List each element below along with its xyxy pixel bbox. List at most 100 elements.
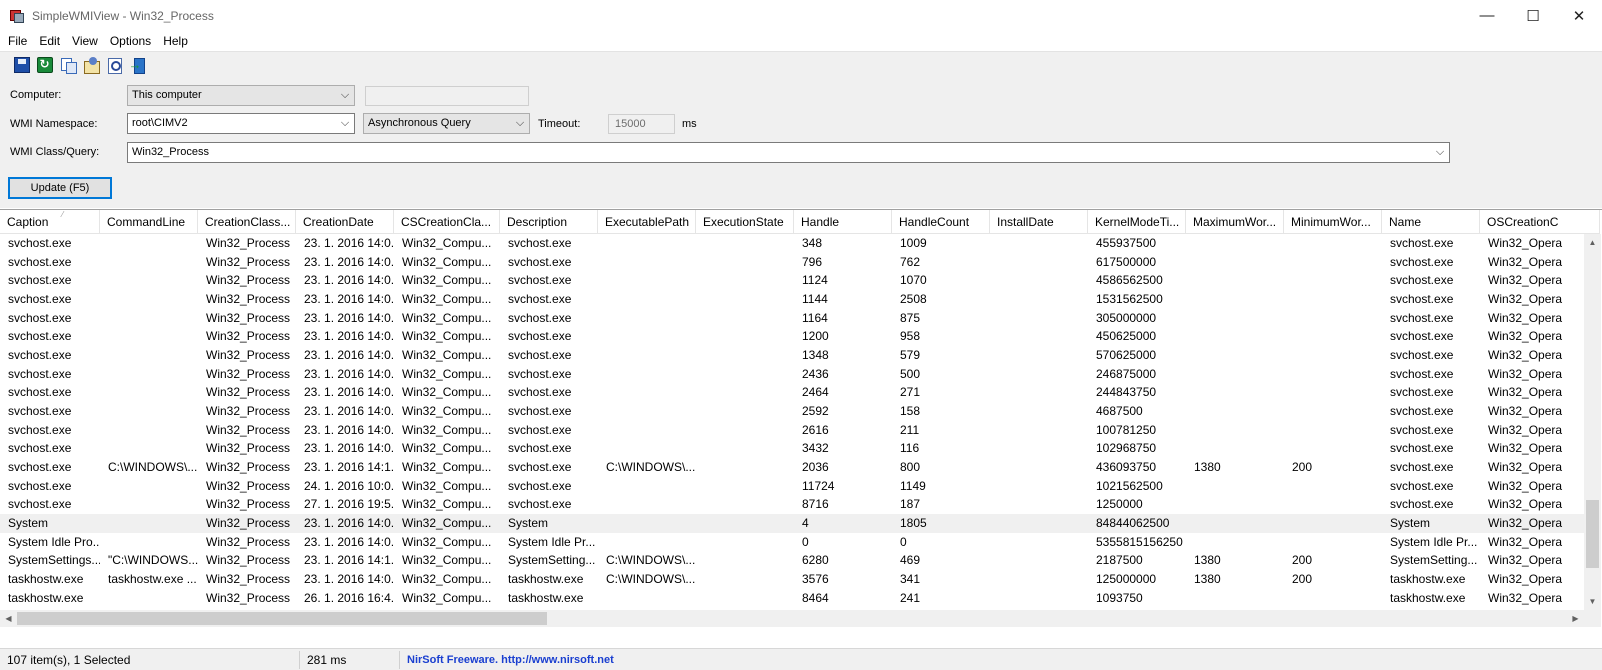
table-cell: 1093750 bbox=[1096, 590, 1143, 605]
minimize-icon[interactable]: — bbox=[1464, 0, 1510, 31]
namespace-combo[interactable]: root\CIMV2 ⌵ bbox=[127, 113, 355, 134]
table-row[interactable]: svchost.exe Win32_Process 23. 1. 2016 14:0… bbox=[0, 421, 1584, 440]
refresh-button[interactable] bbox=[33, 54, 56, 76]
table-cell bbox=[1186, 495, 1284, 514]
column-header-12[interactable]: MaximumWor... bbox=[1186, 210, 1284, 234]
horizontal-scroll-thumb[interactable] bbox=[17, 612, 547, 625]
column-header-3[interactable]: CreationDate bbox=[296, 210, 394, 234]
computer-name-field[interactable] bbox=[365, 86, 529, 106]
table-cell: 0 bbox=[900, 534, 907, 549]
timeout-label: Timeout: bbox=[538, 118, 581, 130]
column-header-7[interactable]: ExecutionState bbox=[696, 210, 794, 234]
column-header-13[interactable]: MinimumWor... bbox=[1284, 210, 1382, 234]
column-header-9[interactable]: HandleCount bbox=[892, 210, 990, 234]
table-cell: SystemSetting... bbox=[1390, 553, 1478, 568]
table-row[interactable]: taskhostw.exe Win32_Process 26. 1. 2016 16… bbox=[0, 589, 1584, 608]
column-header-8[interactable]: Handle bbox=[794, 210, 892, 234]
table-row[interactable]: System Idle Pro... Win32_Process 23. 1. 20… bbox=[0, 533, 1584, 552]
table-cell: Win32_Compu... bbox=[402, 441, 492, 456]
menu-file[interactable]: File bbox=[2, 31, 33, 51]
table-cell: Win32_Opera bbox=[1488, 292, 1563, 306]
scroll-left-icon[interactable]: ◀ bbox=[0, 610, 17, 627]
table-cell bbox=[696, 439, 794, 458]
nirsoft-link[interactable]: NirSoft Freeware. http://www.nirsoft.net bbox=[400, 651, 660, 669]
close-icon[interactable]: ✕ bbox=[1556, 0, 1602, 31]
table-cell: System bbox=[8, 516, 49, 531]
table-cell: C:\WINDOWS\... bbox=[606, 460, 696, 475]
table-cell bbox=[1186, 290, 1284, 309]
table-cell: 450625000 bbox=[1096, 329, 1157, 344]
table-cell: 200 bbox=[1292, 572, 1313, 587]
table-row[interactable]: svchost.exe Win32_Process 23. 1. 2016 14:0… bbox=[0, 253, 1584, 272]
table-row[interactable]: svchost.exe Win32_Process 23. 1. 2016 14:0… bbox=[0, 234, 1584, 253]
table-row[interactable]: svchost.exe Win32_Process 23. 1. 2016 14:0… bbox=[0, 346, 1584, 365]
column-header-4[interactable]: CSCreationCla... bbox=[394, 210, 500, 234]
column-header-11[interactable]: KernelModeTi... bbox=[1088, 210, 1186, 234]
table-row[interactable]: taskhostw.exe taskhostw.exe ... Win32_Proc… bbox=[0, 570, 1584, 589]
table-row[interactable]: svchost.exe C:\WINDOWS\... Win32_Process 23… bbox=[0, 458, 1584, 477]
horizontal-scrollbar[interactable]: ◀ ▶ bbox=[0, 610, 1584, 627]
column-header-6[interactable]: ExecutablePath bbox=[598, 210, 696, 234]
column-header-1[interactable]: CommandLine bbox=[100, 210, 198, 234]
column-header-14[interactable]: Name bbox=[1382, 210, 1480, 234]
scroll-right-icon[interactable]: ▶ bbox=[1567, 610, 1584, 627]
table-cell: Win32_Process bbox=[206, 310, 291, 325]
column-header-10[interactable]: InstallDate bbox=[990, 210, 1088, 234]
table-cell: Win32_Process bbox=[206, 572, 291, 587]
table-row[interactable]: svchost.exe Win32_Process 23. 1. 2016 14:0… bbox=[0, 439, 1584, 458]
menu-options[interactable]: Options bbox=[104, 31, 157, 51]
scroll-up-icon[interactable]: ▲ bbox=[1584, 234, 1601, 251]
table-cell bbox=[598, 346, 696, 365]
table-row[interactable]: svchost.exe Win32_Process 23. 1. 2016 14:0… bbox=[0, 309, 1584, 328]
menu-edit[interactable]: Edit bbox=[33, 31, 66, 51]
update-button[interactable]: Update (F5) bbox=[8, 177, 112, 199]
table-cell: 23. 1. 2016 14:0... bbox=[304, 572, 394, 587]
table-cell: Win32_Compu... bbox=[402, 236, 492, 250]
table-cell: 125000000 bbox=[1096, 572, 1157, 587]
query-mode-combo[interactable]: Asynchronous Query ⌵ bbox=[363, 113, 530, 134]
results-list[interactable]: ⁄ Caption CommandLine CreationClass... Crea… bbox=[0, 209, 1602, 630]
table-cell: svchost.exe bbox=[8, 441, 72, 456]
menu-view[interactable]: View bbox=[66, 31, 104, 51]
class-query-combo[interactable]: Win32_Process ⌵ bbox=[127, 142, 1450, 163]
table-row[interactable]: svchost.exe Win32_Process 27. 1. 2016 19:5… bbox=[0, 495, 1584, 514]
table-cell bbox=[1284, 495, 1382, 514]
properties-button[interactable] bbox=[79, 54, 102, 76]
save-button[interactable] bbox=[10, 54, 33, 76]
table-row[interactable]: svchost.exe Win32_Process 23. 1. 2016 14:0… bbox=[0, 327, 1584, 346]
vertical-scroll-thumb[interactable] bbox=[1586, 500, 1599, 568]
table-cell bbox=[598, 402, 696, 421]
table-cell: svchost.exe bbox=[1390, 385, 1454, 400]
table-row[interactable]: SystemSettings.... "C:\WINDOWS... Win32_Pr… bbox=[0, 551, 1584, 570]
column-header-15[interactable]: OSCreationC bbox=[1480, 210, 1600, 234]
table-cell bbox=[990, 327, 1088, 346]
scroll-down-icon[interactable]: ▼ bbox=[1584, 593, 1601, 610]
maximize-icon[interactable]: ☐ bbox=[1510, 0, 1556, 31]
table-cell: 2436 bbox=[802, 366, 829, 381]
column-header-2[interactable]: CreationClass... bbox=[198, 210, 296, 234]
table-cell bbox=[1284, 327, 1382, 346]
table-cell bbox=[990, 514, 1088, 533]
computer-combo[interactable]: This computer ⌵ bbox=[127, 85, 355, 106]
table-cell: Win32_Opera bbox=[1488, 310, 1563, 325]
table-row[interactable]: svchost.exe Win32_Process 23. 1. 2016 14:0… bbox=[0, 365, 1584, 384]
copy-button[interactable] bbox=[56, 54, 79, 76]
column-header-0[interactable]: Caption bbox=[0, 210, 100, 234]
table-cell: 1380 bbox=[1194, 460, 1221, 475]
exit-button[interactable] bbox=[125, 54, 148, 76]
table-row[interactable]: svchost.exe Win32_Process 23. 1. 2016 14:0… bbox=[0, 271, 1584, 290]
table-cell bbox=[100, 495, 198, 514]
column-header-5[interactable]: Description bbox=[500, 210, 598, 234]
find-button[interactable] bbox=[102, 54, 125, 76]
table-cell: Win32_Opera bbox=[1488, 236, 1563, 250]
table-row[interactable]: svchost.exe Win32_Process 23. 1. 2016 14:0… bbox=[0, 290, 1584, 309]
table-row[interactable]: svchost.exe Win32_Process 23. 1. 2016 14:0… bbox=[0, 383, 1584, 402]
timeout-field[interactable]: 15000 bbox=[608, 114, 675, 134]
table-row[interactable]: System Win32_Process 23. 1. 2016 14:0... Wi… bbox=[0, 514, 1584, 534]
table-row[interactable]: svchost.exe Win32_Process 24. 1. 2016 10:0… bbox=[0, 477, 1584, 496]
table-row[interactable]: svchost.exe Win32_Process 23. 1. 2016 14:0… bbox=[0, 402, 1584, 421]
vertical-scrollbar[interactable]: ▲ ▼ bbox=[1584, 234, 1601, 610]
table-cell: 1021562500 bbox=[1096, 478, 1163, 493]
table-cell bbox=[1284, 309, 1382, 328]
menu-help[interactable]: Help bbox=[157, 31, 194, 51]
